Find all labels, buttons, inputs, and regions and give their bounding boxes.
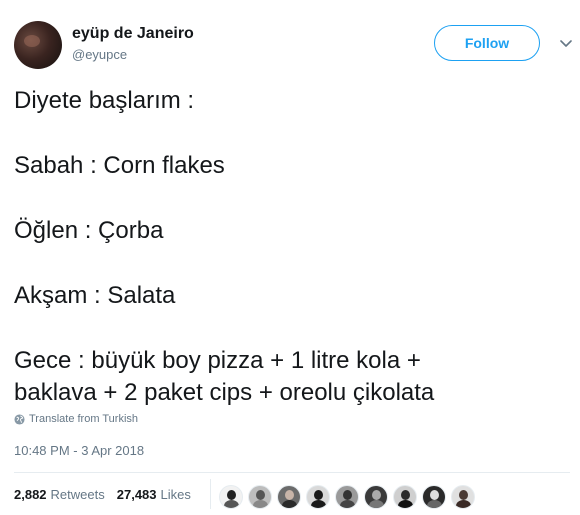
divider <box>14 472 570 473</box>
liker-avatar[interactable] <box>335 485 359 509</box>
likes-count: 27,483 <box>116 487 157 502</box>
stats-divider <box>210 479 211 509</box>
translate-label[interactable]: Translate from Turkish <box>29 413 138 425</box>
tweet-line: baklava + 2 paket cips + oreolu çikolata <box>14 379 435 406</box>
liker-avatar[interactable] <box>364 485 388 509</box>
tweet-line: Sabah : Corn flakes <box>14 152 225 179</box>
liker-avatar[interactable] <box>306 485 330 509</box>
user-handle[interactable]: @eyupce <box>72 46 194 63</box>
tweet-text: Diyete başlarım : Sabah : Corn flakes Öğ… <box>14 85 566 409</box>
liker-avatar[interactable] <box>277 485 301 509</box>
liker-avatar[interactable] <box>451 485 475 509</box>
retweets-stat[interactable]: 2,882 Retweets <box>14 487 105 502</box>
globe-icon <box>14 413 25 425</box>
tweet-line: Gece : büyük boy pizza + 1 litre kola + <box>14 347 421 374</box>
tweet-timestamp[interactable]: 10:48 PM - 3 Apr 2018 <box>14 443 144 458</box>
liker-avatars <box>219 485 480 509</box>
retweets-count: 2,882 <box>14 487 47 502</box>
liker-avatar[interactable] <box>219 485 243 509</box>
liker-avatar[interactable] <box>393 485 417 509</box>
tweet-line: Akşam : Salata <box>14 282 176 309</box>
translate-link[interactable]: Translate from Turkish <box>14 413 138 425</box>
likes-stat[interactable]: 27,483 Likes <box>117 487 191 502</box>
tweet-stats: 2,882 Retweets 27,483 Likes <box>14 487 191 502</box>
tweet-line: Diyete başlarım : <box>14 87 195 114</box>
likes-label: Likes <box>160 487 191 502</box>
liker-avatar[interactable] <box>248 485 272 509</box>
liker-avatar[interactable] <box>422 485 446 509</box>
tweet-header: eyüp de Janeiro @eyupce Follow <box>14 18 572 70</box>
chevron-down-icon[interactable] <box>560 39 572 49</box>
retweets-label: Retweets <box>50 487 105 502</box>
tweet-line: Öğlen : Çorba <box>14 217 164 244</box>
avatar[interactable] <box>14 21 62 69</box>
follow-button[interactable]: Follow <box>434 25 540 61</box>
display-name[interactable]: eyüp de Janeiro <box>72 25 194 43</box>
user-info[interactable]: eyüp de Janeiro @eyupce <box>72 25 194 63</box>
